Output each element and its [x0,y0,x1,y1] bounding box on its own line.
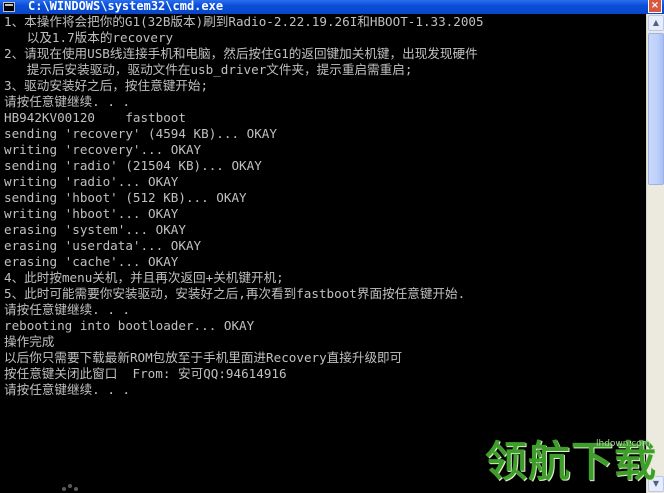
console-line: 提示后安装驱动，驱动文件在usb_driver文件夹，提示重启需重启; [4,62,413,77]
console-line: erasing 'system'... OKAY [4,222,186,237]
console-line: 以后你只需要下载最新ROM包放至于手机里面进Recovery直接升级即可 [4,350,403,365]
console-line: sending 'hboot' (512 KB)... OKAY [4,190,247,205]
console-line: writing 'recovery'... OKAY [4,142,202,157]
console-line: 5、此时可能需要你安装驱动，安装好之后,再次看到fastboot界面按任意键开始… [4,286,466,301]
console-line: 请按任意键继续. . . [4,94,131,109]
console-line: sending 'recovery' (4594 KB)... OKAY [4,126,277,141]
console-line: 3、驱动安装好之后，按住意键开始; [4,78,209,93]
console-line: 4、此时按menu关机，并且再次返回+关机键开机; [4,270,284,285]
console-line: writing 'radio'... OKAY [4,174,179,189]
console-line: HB942KV00120 fastboot [4,110,186,125]
console-line: 操作完成 [4,334,55,349]
console-line: 1、本操作将会把你的G1(32B版本)刷到Radio-2.22.19.26I和H… [4,14,484,29]
window-title: C:\WINDOWS\system32\cmd.exe [28,0,224,13]
console-line: erasing 'userdata'... OKAY [4,238,202,253]
vertical-scrollbar[interactable]: ▲ ▼ [646,14,664,493]
console-line: sending 'radio' (21504 KB)... OKAY [4,158,262,173]
console-line: erasing 'cache'... OKAY [4,254,179,269]
watermark-url: lhdown.com [596,439,651,449]
console-line: 2、请现在使用USB线连接手机和电脑，然后按住G1的返回键加关机键，出现发现硬件 [4,46,478,61]
close-button[interactable]: × [648,0,662,13]
console-line: 请按任意键继续. . . [4,382,131,397]
cmd-window-icon[interactable] [3,2,15,12]
site-watermark: 领航下载 lhdown.com [485,437,663,493]
console-output[interactable]: 1、本操作将会把你的G1(32B版本)刷到Radio-2.22.19.26I和H… [4,14,644,493]
console-line: 以及1.7版本的recovery [4,30,174,45]
scroll-up-button[interactable]: ▲ [648,15,664,31]
console-line: rebooting into bootloader... OKAY [4,318,255,333]
console-line: 请按任意键继续. . . [4,302,131,317]
title-bar[interactable]: C:\WINDOWS\system32\cmd.exe × [0,0,664,14]
console-line: writing 'hboot'... OKAY [4,206,179,221]
watermark-dots-icon [62,481,80,493]
scroll-thumb[interactable] [648,33,664,185]
console-line: 按任意键关闭此窗口 From: 安可QQ:94614916 [4,366,287,381]
